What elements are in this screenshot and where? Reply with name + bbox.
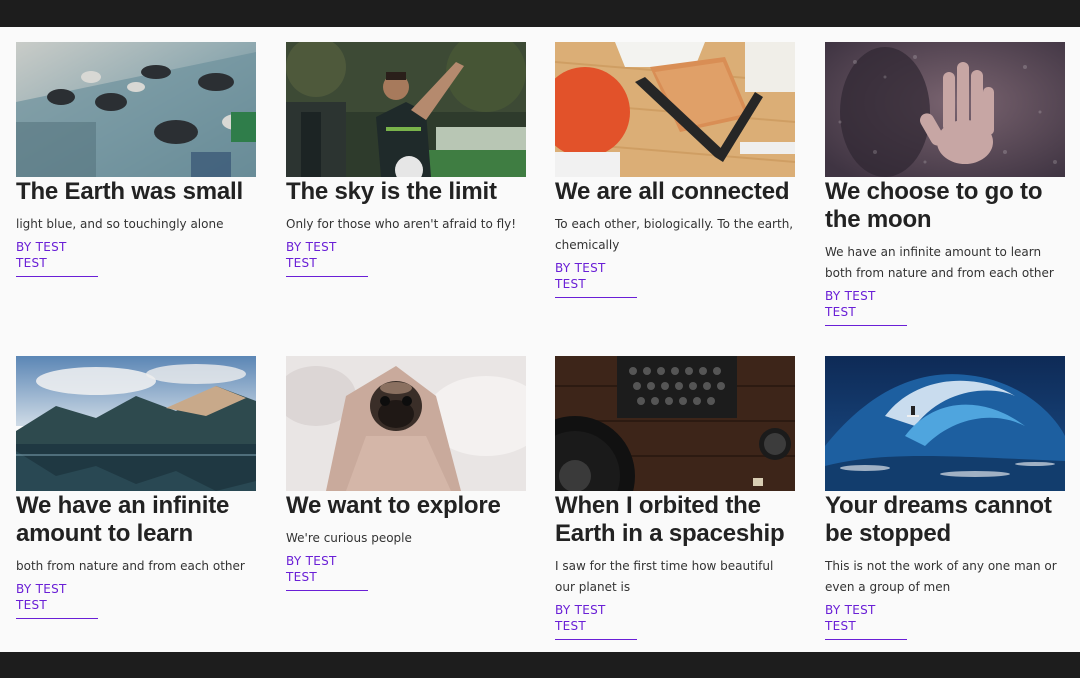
- card[interactable]: We want to explore We're curious people …: [286, 356, 526, 591]
- card[interactable]: The Earth was small light blue, and so t…: [16, 42, 256, 277]
- toy-cars-photo[interactable]: [16, 42, 256, 177]
- author-link[interactable]: BY TEST TEST: [16, 239, 98, 277]
- author-link[interactable]: BY TEST TEST: [825, 288, 907, 326]
- card-description: both from nature and from each other: [16, 559, 245, 573]
- card[interactable]: Your dreams cannot be stopped This is no…: [825, 356, 1065, 640]
- card-title[interactable]: We have an infinite amount to learn: [16, 492, 256, 548]
- card-description: I saw for the first time how beautiful o…: [555, 559, 774, 594]
- surfer-wave-photo[interactable]: [825, 356, 1065, 491]
- typewriter-record-photo[interactable]: [555, 356, 795, 491]
- card-title[interactable]: Your dreams cannot be stopped: [825, 492, 1065, 548]
- card-title[interactable]: The Earth was small: [16, 178, 256, 206]
- desk-notebook-photo[interactable]: [555, 42, 795, 177]
- author-link[interactable]: BY TEST TEST: [286, 553, 368, 591]
- card-description: We're curious people: [286, 531, 412, 545]
- hand-on-wet-glass-photo[interactable]: [825, 42, 1065, 177]
- card-description: light blue, and so touchingly alone: [16, 217, 224, 231]
- card[interactable]: The sky is the limit Only for those who …: [286, 42, 526, 277]
- card[interactable]: We are all connected To each other, biol…: [555, 42, 795, 298]
- author-link[interactable]: BY TEST TEST: [825, 602, 907, 640]
- card-description: We have an infinite amount to learn both…: [825, 245, 1054, 280]
- card-description: This is not the work of any one man or e…: [825, 559, 1057, 594]
- pug-blanket-photo[interactable]: [286, 356, 526, 491]
- mountain-lake-photo[interactable]: [16, 356, 256, 491]
- card-description: To each other, biologically. To the eart…: [555, 217, 794, 252]
- card[interactable]: We choose to go to the moon We have an i…: [825, 42, 1065, 326]
- card-description: Only for those who aren't afraid to fly!: [286, 217, 517, 231]
- card-title[interactable]: The sky is the limit: [286, 178, 526, 206]
- top-bar: [0, 0, 1080, 27]
- card-title[interactable]: We choose to go to the moon: [825, 178, 1065, 234]
- author-link[interactable]: BY TEST TEST: [16, 581, 98, 619]
- card[interactable]: When I orbited the Earth in a spaceship …: [555, 356, 795, 640]
- author-link[interactable]: BY TEST TEST: [286, 239, 368, 277]
- soccer-player-photo[interactable]: [286, 42, 526, 177]
- author-link[interactable]: BY TEST TEST: [555, 602, 637, 640]
- card-title[interactable]: When I orbited the Earth in a spaceship: [555, 492, 795, 548]
- bottom-bar: [0, 652, 1080, 678]
- author-link[interactable]: BY TEST TEST: [555, 260, 637, 298]
- card[interactable]: We have an infinite amount to learn both…: [16, 356, 256, 619]
- card-title[interactable]: We want to explore: [286, 492, 526, 520]
- card-title[interactable]: We are all connected: [555, 178, 795, 206]
